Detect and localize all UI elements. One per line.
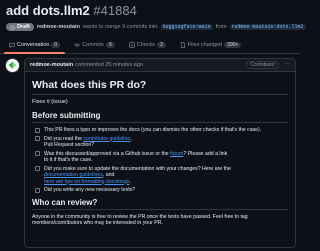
tab-label: Commits <box>82 41 104 48</box>
avatar[interactable] <box>5 58 20 73</box>
checklist-post: , and <box>102 172 115 178</box>
checklist-text: Did you read the contributor guideline, P… <box>44 136 132 149</box>
checklist-pre: Did you read the <box>44 135 84 142</box>
pr-description-comment: redmoe-moutain commented 25 minutes ago … <box>24 58 296 248</box>
tab-counter: 3 <box>157 41 166 48</box>
tab-conversation[interactable]: Conversation 0 <box>4 39 66 54</box>
checklist-post: , <box>130 135 132 142</box>
meta-wants: wants to merge 9 commits into <box>82 24 158 30</box>
checklist-text: Did you make sure to update the document… <box>44 166 231 186</box>
tab-checks[interactable]: Checks 3 <box>124 39 171 53</box>
author-link[interactable]: redmoe-moutain <box>37 24 80 30</box>
checklist-item: Did you read the contributor guideline, P… <box>35 136 288 149</box>
checklist-pre: Was this discussed/approved via a Github… <box>44 150 171 157</box>
tab-label: Checks <box>136 41 156 48</box>
description-title: What does this PR do? <box>32 79 288 95</box>
tab-label: Conversation <box>17 41 50 48</box>
conversation-icon <box>9 42 15 48</box>
checklist-line2: to it if that's the case. <box>44 157 93 163</box>
docstring-tips-link[interactable]: here are tips on formatting docstrings <box>44 179 130 185</box>
checks-icon <box>128 41 135 48</box>
who-can-review-heading: Who can review? <box>32 198 288 210</box>
checklist-item: Did you make sure to update the document… <box>35 166 288 186</box>
tab-counter: 300+ <box>224 41 242 48</box>
checklist-line2: Pull Request section? <box>44 142 95 148</box>
pr-header: add dots.llm2 #41884 Draft redmoe-moutai… <box>0 0 306 31</box>
status-label: Draft <box>17 24 30 30</box>
checklist-text: This PR fixes a typo or improves the doc… <box>44 127 262 133</box>
checkbox[interactable] <box>35 136 40 141</box>
checklist-text: Did you write any new necessary tests? <box>44 187 136 193</box>
comment-header: redmoe-moutain commented 25 minutes ago … <box>25 59 295 72</box>
checklist: This PR fixes a typo or improves the doc… <box>32 127 288 194</box>
checkbox[interactable] <box>35 166 40 171</box>
checkbox[interactable] <box>35 151 40 156</box>
documentation-guidelines-link[interactable]: documentation guidelines <box>44 172 103 178</box>
tab-counter: 9 <box>105 41 115 48</box>
pr-title-text: add dots.llm2 <box>6 3 90 18</box>
checklist-item: Was this discussed/approved via a Github… <box>35 151 288 164</box>
tab-commits[interactable]: Commits 9 <box>69 39 119 53</box>
checklist-item: Did you write any new necessary tests? <box>35 187 288 194</box>
comment-body: What does this PR do? Fixes # (issue) Be… <box>25 72 295 234</box>
pr-tabs: Conversation 0 Commits 9 Checks 3 Files … <box>0 38 300 54</box>
before-submitting-heading: Before submitting <box>32 111 288 123</box>
forum-link[interactable]: forum <box>170 151 183 157</box>
pr-number: #41884 <box>93 3 137 18</box>
checklist-item: This PR fixes a typo or improves the doc… <box>35 127 288 134</box>
checklist-text: Was this discussed/approved via a Github… <box>44 151 227 164</box>
meta-from: from <box>215 24 227 30</box>
contributor-guideline-link[interactable]: contributor guideline <box>84 136 131 142</box>
tab-counter: 0 <box>51 41 61 48</box>
comment-timestamp: commented 25 minutes ago <box>75 62 143 68</box>
kebab-icon[interactable]: ··· <box>284 61 290 68</box>
checklist-post2: . <box>129 178 132 185</box>
checklist-post: ? Please add a link <box>183 150 228 157</box>
comment-author[interactable]: redmoe-moutain <box>30 62 73 68</box>
head-branch[interactable]: redmoe-moutain:dots.llm2 <box>229 24 306 30</box>
base-branch[interactable]: huggingface:main <box>160 24 213 30</box>
pr-title: add dots.llm2 #41884 <box>6 3 294 19</box>
fixes-line: Fixes # (issue) <box>32 99 68 105</box>
status-badge: Draft <box>6 23 34 31</box>
tab-files-changed[interactable]: Files changed 300+ <box>175 39 247 53</box>
who-can-review-text: Anyone in the community is free to revie… <box>32 213 248 227</box>
commits-icon <box>74 43 81 46</box>
checklist-pre: Did you make sure to update the document… <box>44 165 231 172</box>
draft-icon <box>10 24 15 30</box>
role-badge: Contributor <box>246 61 279 69</box>
checkbox[interactable] <box>35 187 40 193</box>
tab-label: Files changed <box>187 41 223 48</box>
checkbox[interactable] <box>35 127 40 133</box>
pr-meta: Draft redmoe-moutain wants to merge 9 co… <box>6 23 306 31</box>
files-icon <box>180 41 185 48</box>
hugging-face-avatar <box>8 61 17 69</box>
